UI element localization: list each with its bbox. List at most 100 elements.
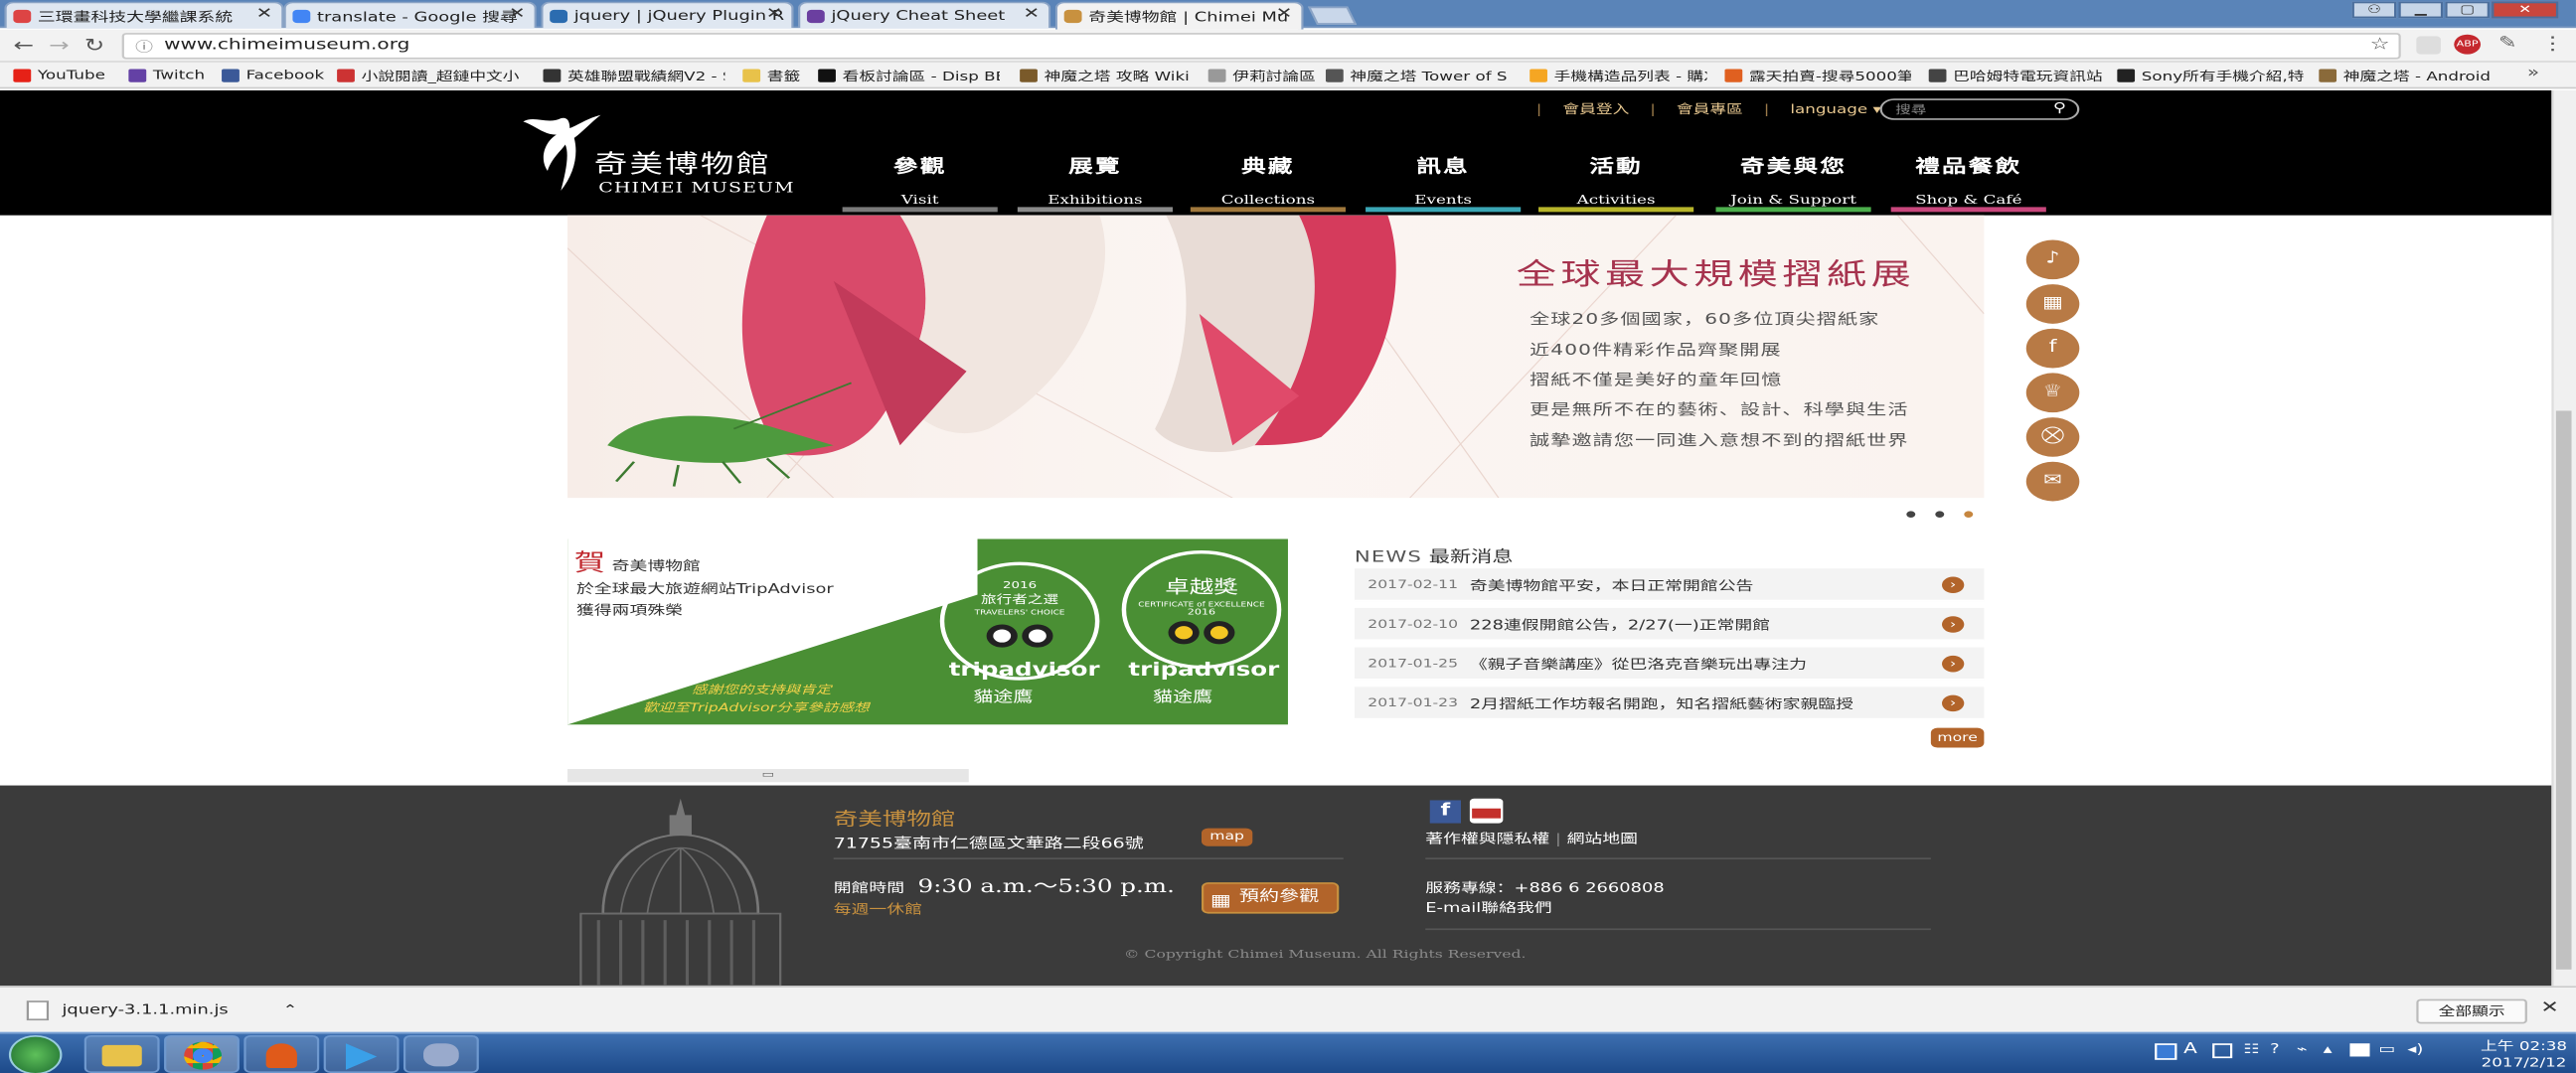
nav-join-support[interactable]: 奇美與您 Join & Support xyxy=(1715,153,1871,213)
news-more-button[interactable]: more xyxy=(1930,727,1985,748)
bookmark-item[interactable]: Sony所有手機介紹,特 xyxy=(2117,68,2304,85)
nav-exhibitions[interactable]: 展覽 Exhibitions xyxy=(1017,153,1173,213)
close-tab-icon[interactable]: ✕ xyxy=(509,7,526,24)
carousel-dot[interactable] xyxy=(1906,511,1916,518)
logo-chinese-text[interactable]: 奇美博物館 xyxy=(594,146,771,181)
hero-banner[interactable]: 全球最大規模摺紙展 全球20多個國家，60多位頂尖摺紙家 近400件精彩作品齊聚… xyxy=(567,215,1985,499)
music-icon[interactable]: ♪ xyxy=(2025,239,2080,280)
bookmark-item[interactable]: 神魔之塔 攻略 Wiki xyxy=(1020,68,1193,85)
network-icon[interactable]: ▭ xyxy=(2378,1042,2395,1057)
user-profile-button[interactable]: ⚇ xyxy=(2351,1,2397,19)
maximize-button[interactable]: ▢ xyxy=(2445,1,2490,19)
facebook-icon[interactable]: f xyxy=(2025,328,2080,369)
browser-tab[interactable]: 三環畫科技大學繼課系統 ✕ xyxy=(4,1,284,29)
page-info-icon[interactable]: ⓘ xyxy=(135,38,153,56)
news-item[interactable]: 2017-02-10 228連假開館公告，2/27(一)正常開館 › xyxy=(1354,607,1985,642)
browser-tab-active[interactable]: 奇美博物館 | Chimei Mu ✕ xyxy=(1054,1,1304,30)
show-hidden-icons[interactable]: ▴ xyxy=(2324,1042,2333,1057)
paint-taskbar-icon[interactable] xyxy=(402,1034,479,1073)
browser-menu-icon[interactable]: ⋮ xyxy=(2540,33,2565,55)
bookmark-twitch[interactable]: Twitch xyxy=(128,68,205,82)
close-tab-icon[interactable]: ✕ xyxy=(766,7,783,24)
bookmark-item[interactable]: 手機構造品列表 - 購X xyxy=(1530,68,1707,85)
nav-collections[interactable]: 典藏 Collections xyxy=(1190,153,1346,213)
close-tab-icon[interactable]: ✕ xyxy=(1023,7,1040,24)
arrow-right-icon[interactable]: › xyxy=(1942,576,1965,594)
language-dropdown[interactable]: language ▾ xyxy=(1790,102,1881,117)
member-area-link[interactable]: 會員專區 xyxy=(1677,102,1743,117)
news-item[interactable]: 2017-02-11 奇美博物館平安，本日正常開館公告 › xyxy=(1354,568,1985,602)
logo-english-text[interactable]: CHIMEI MUSEUM xyxy=(598,181,794,198)
scrollbar-thumb[interactable] xyxy=(2555,410,2572,970)
browser-tab[interactable]: jquery | jQuery Plugin R ✕ xyxy=(541,1,794,29)
media-player-taskbar-icon[interactable] xyxy=(323,1034,400,1073)
bookmark-item[interactable]: 神魔之塔 - Android xyxy=(2319,68,2504,85)
bookmark-item[interactable]: 英雄聯盟戰績網V2 - S xyxy=(543,68,724,85)
adblock-icon[interactable]: ABP xyxy=(2454,34,2482,55)
bookmark-item[interactable]: 神魔之塔 Tower of Sa xyxy=(1325,68,1508,85)
member-login-link[interactable]: 會員登入 xyxy=(1562,102,1629,117)
map-button[interactable]: map xyxy=(1201,828,1253,846)
bookmark-facebook[interactable]: Facebook xyxy=(222,68,324,82)
tray-app-icon[interactable] xyxy=(2212,1043,2233,1059)
close-download-bar-icon[interactable]: ✕ xyxy=(2540,999,2559,1017)
browser-tab[interactable]: translate - Google 搜尋 ✕ xyxy=(283,1,537,29)
trophy-icon[interactable]: ♕ xyxy=(2025,373,2080,413)
search-icon[interactable]: ⚲ xyxy=(2053,100,2066,115)
copyright-privacy-link[interactable]: 著作權與隱私權 xyxy=(1425,832,1549,846)
bookmark-item[interactable]: 巴哈姆特電玩資訊站 xyxy=(1928,68,2102,85)
bookmark-item[interactable]: 伊莉討論區 xyxy=(1208,68,1316,85)
forward-icon[interactable]: → xyxy=(49,35,70,57)
back-icon[interactable]: ← xyxy=(13,35,34,57)
news-item[interactable]: 2017-01-25 《親子音樂講座》從巴洛克音樂玩出專注力 › xyxy=(1354,647,1985,681)
download-item[interactable]: jquery-3.1.1.min.js ⌃ xyxy=(26,1000,297,1021)
action-center-icon[interactable] xyxy=(2349,1043,2370,1057)
news-item[interactable]: 2017-01-23 2月摺紙工作坊報名開跑，知名摺紙藝術家親臨授 › xyxy=(1354,687,1985,720)
cart-icon[interactable]: ⛒ xyxy=(2025,417,2080,457)
chevron-up-icon[interactable]: ⌃ xyxy=(282,1002,297,1017)
carousel-dot-active[interactable] xyxy=(1964,511,1974,518)
minimize-button[interactable]: ▁ xyxy=(2398,1,2444,19)
bookmark-youtube[interactable]: YouTube xyxy=(13,68,105,82)
carousel-dot[interactable] xyxy=(1935,511,1945,518)
close-window-button[interactable]: ✕ xyxy=(2492,1,2559,19)
show-all-downloads-button[interactable]: 全部顯示 xyxy=(2416,998,2527,1024)
reload-icon[interactable]: ↻ xyxy=(84,35,105,57)
settings-icon[interactable]: ☷ xyxy=(2243,1042,2259,1057)
app-taskbar-icon[interactable] xyxy=(243,1034,320,1073)
volume-icon[interactable]: ◂) xyxy=(2407,1042,2423,1057)
extension-icon[interactable] xyxy=(2416,36,2441,55)
extension-tool-icon[interactable]: ✎ xyxy=(2498,35,2517,53)
bookmark-folder[interactable]: 書籤 xyxy=(742,68,800,85)
bookmark-star-icon[interactable]: ☆ xyxy=(2370,36,2390,54)
arrow-right-icon[interactable]: › xyxy=(1942,616,1965,633)
taskbar-clock[interactable]: 上午 02:38 2017/2/12 xyxy=(2481,1038,2567,1071)
nav-activities[interactable]: 活動 Activities xyxy=(1538,153,1694,213)
edm-mail-icon[interactable]: ✉ xyxy=(2025,461,2080,502)
site-search-input[interactable]: 搜尋 ⚲ xyxy=(1879,98,2080,120)
help-icon[interactable]: ? xyxy=(2270,1042,2279,1057)
arrow-right-icon[interactable]: › xyxy=(1942,694,1965,712)
bookmark-item[interactable]: 看板討論區 - Disp BB xyxy=(818,68,1000,85)
bookmark-item[interactable]: 露天拍賣-搜尋5000筆 xyxy=(1724,68,1911,85)
close-tab-icon[interactable]: ✕ xyxy=(256,7,273,24)
nav-visit[interactable]: 參觀 Visit xyxy=(842,153,998,213)
sitemap-link[interactable]: 網站地圖 xyxy=(1567,832,1638,846)
browser-tab[interactable]: jQuery Cheat Sheet ✕ xyxy=(798,1,1051,29)
angel-logo-icon[interactable] xyxy=(517,108,605,199)
facebook-icon[interactable]: f xyxy=(1429,800,1461,824)
calendar-icon[interactable]: ▦ xyxy=(2025,284,2080,324)
tripadvisor-award-banner[interactable]: 賀 奇美博物館 於全球最大旅遊網站TripAdvisor 獲得兩項殊榮 感謝您的… xyxy=(567,538,1288,725)
tray-app-icon[interactable] xyxy=(2155,1043,2177,1060)
nav-events[interactable]: 訊息 Events xyxy=(1366,153,1522,213)
explorer-taskbar-icon[interactable] xyxy=(83,1034,160,1073)
url-input[interactable]: ⓘ www.chimeimuseum.org ☆ xyxy=(121,33,2401,60)
new-tab-button[interactable] xyxy=(1308,6,1358,25)
chrome-taskbar-icon[interactable] xyxy=(164,1034,240,1073)
start-button[interactable] xyxy=(8,1034,63,1073)
email-contact-link[interactable]: E-mail聯絡我們 xyxy=(1425,899,1551,917)
input-method-icon[interactable]: A xyxy=(2183,1042,2197,1059)
tray-app-icon[interactable]: ⌁ xyxy=(2297,1042,2308,1057)
youtube-icon[interactable] xyxy=(1469,798,1504,824)
more-bookmarks-icon[interactable]: » xyxy=(2527,66,2539,82)
